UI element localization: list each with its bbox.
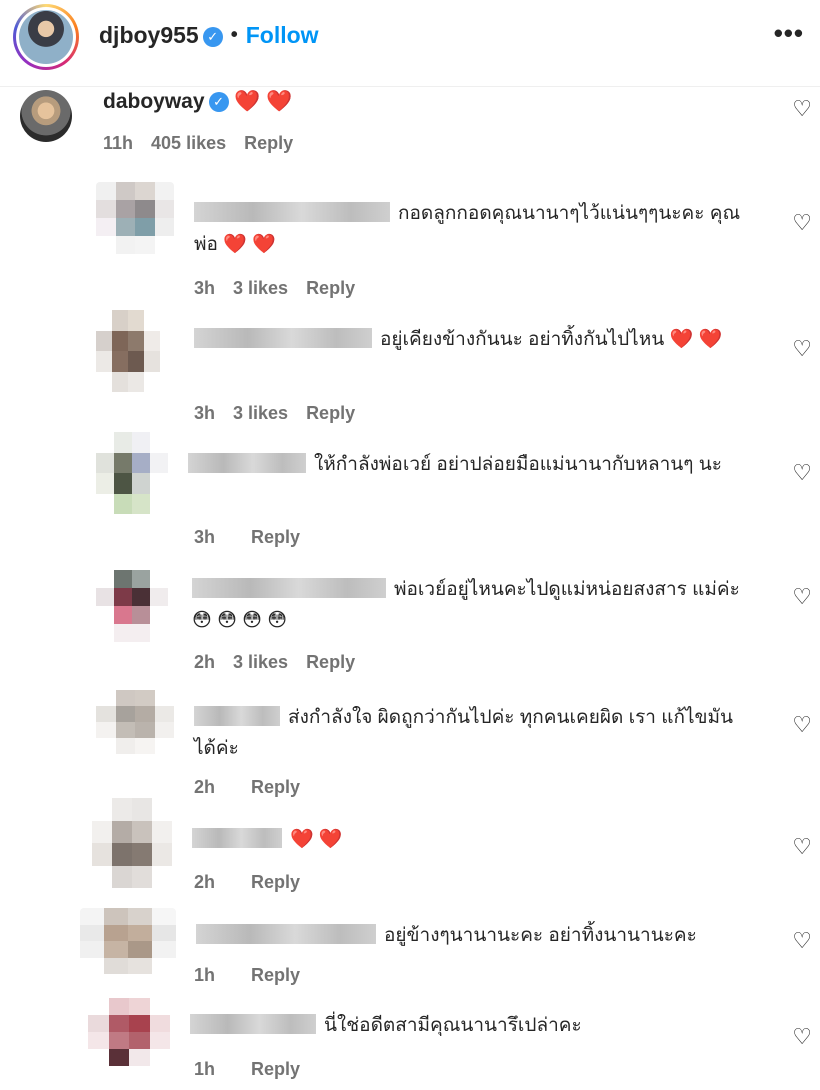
comment-meta: 1h Reply bbox=[194, 965, 318, 986]
blurred-username[interactable] bbox=[194, 706, 280, 726]
comment-time: 3h bbox=[194, 527, 216, 547]
commenter-avatar[interactable] bbox=[88, 998, 170, 1066]
commenter-avatar[interactable] bbox=[80, 908, 176, 974]
like-heart-icon[interactable]: ♡ bbox=[792, 460, 812, 486]
blurred-username[interactable] bbox=[192, 828, 282, 848]
comment-meta: 3h Reply bbox=[194, 527, 318, 548]
follow-button[interactable]: Follow bbox=[246, 22, 319, 48]
like-heart-icon[interactable]: ♡ bbox=[792, 834, 812, 860]
verified-badge-icon: ✓ bbox=[202, 27, 223, 47]
blurred-username[interactable] bbox=[194, 202, 390, 222]
heart-emoji: ❤️ ❤️ bbox=[234, 90, 293, 113]
comment-time: 3h bbox=[194, 403, 216, 423]
comment-meta: 2h 3 likes Reply bbox=[194, 652, 373, 673]
comment-message: อยู่ข้างๆนานานะคะ อย่าทิ้งนานานะคะ bbox=[384, 925, 697, 946]
blurred-username[interactable] bbox=[194, 328, 372, 348]
comment-likes[interactable]: 3 likes bbox=[233, 403, 288, 423]
commenter-avatar[interactable] bbox=[92, 798, 172, 888]
commenter-avatar[interactable] bbox=[96, 310, 160, 392]
like-heart-icon[interactable]: ♡ bbox=[792, 336, 812, 362]
reply-button[interactable]: Reply bbox=[306, 278, 355, 298]
comment-message: อยู่เคียงข้างกันนะ อย่าทิ้งกันไปไหน bbox=[380, 329, 665, 350]
comment-meta: 1h Reply bbox=[194, 1059, 318, 1080]
commenter-avatar[interactable] bbox=[96, 432, 168, 514]
comment-likes[interactable]: 3 likes bbox=[233, 278, 288, 298]
comment-message: ให้กำลังพ่อเวย์ อย่าปล่อยมือแม่นานากับหล… bbox=[314, 454, 722, 475]
comment-meta: 11h 405 likes Reply bbox=[103, 133, 311, 154]
like-heart-icon[interactable]: ♡ bbox=[792, 584, 812, 610]
comment-text: daboyway ✓ ❤️ ❤️ bbox=[103, 86, 763, 117]
blurred-username[interactable] bbox=[196, 924, 376, 944]
comment-text: อยู่ข้างๆนานานะคะ อย่าทิ้งนานานะคะ bbox=[196, 920, 776, 951]
comment-text: พ่อเวย์อยู่ไหนคะไปดูแม่หน่อยสงสาร แม่ค่ะ… bbox=[192, 574, 762, 636]
post-header: djboy955 ✓ • Follow ••• bbox=[0, 0, 820, 87]
author-avatar[interactable] bbox=[13, 4, 79, 70]
comment-time: 1h bbox=[194, 965, 216, 985]
heart-emoji: ❤️ ❤️ bbox=[290, 829, 343, 850]
reply-button[interactable]: Reply bbox=[251, 872, 300, 892]
comment-meta: 3h 3 likes Reply bbox=[194, 403, 373, 424]
commenter-username[interactable]: daboyway bbox=[103, 90, 205, 113]
reply-button[interactable]: Reply bbox=[244, 133, 293, 153]
blurred-username[interactable] bbox=[188, 453, 306, 473]
comment-likes[interactable]: 3 likes bbox=[233, 652, 288, 672]
comment-text: อยู่เคียงข้างกันนะ อย่าทิ้งกันไปไหน ❤️ ❤… bbox=[194, 324, 764, 355]
author-username[interactable]: djboy955 bbox=[99, 22, 199, 48]
reply-button[interactable]: Reply bbox=[251, 965, 300, 985]
comment-message: นี่ใช่อดีตสามีคุณนานารึเปล่าคะ bbox=[324, 1015, 582, 1036]
comment-text: นี่ใช่อดีตสามีคุณนานารึเปล่าคะ bbox=[190, 1010, 770, 1041]
blurred-username[interactable] bbox=[192, 578, 386, 598]
blurred-username[interactable] bbox=[190, 1014, 316, 1034]
author-line: djboy955 ✓ • Follow bbox=[99, 22, 319, 49]
like-heart-icon[interactable]: ♡ bbox=[792, 1024, 812, 1050]
like-heart-icon[interactable]: ♡ bbox=[792, 712, 812, 738]
reply-button[interactable]: Reply bbox=[251, 777, 300, 797]
verified-badge-icon: ✓ bbox=[208, 92, 229, 112]
reply-button[interactable]: Reply bbox=[251, 1059, 300, 1079]
comment-text: ส่งกำลังใจ ผิดถูกว่ากันไปค่ะ ทุกคนเคยผิด… bbox=[194, 702, 754, 764]
comment-text: กอดลูกกอดคุณนานาๆไว้แน่นๆๆนะคะ คุณพ่อ ❤️… bbox=[194, 198, 764, 260]
comment-message: พ่อเวย์อยู่ไหนคะไปดูแม่หน่อยสงสาร แม่ค่ะ bbox=[394, 579, 740, 600]
separator-dot: • bbox=[230, 24, 238, 46]
heart-emoji: ❤️ ❤️ bbox=[669, 329, 723, 350]
comment-time: 11h bbox=[103, 133, 134, 153]
comment-likes[interactable]: 405 likes bbox=[151, 133, 226, 153]
commenter-avatar[interactable] bbox=[20, 90, 72, 142]
comment-time: 2h bbox=[194, 777, 216, 797]
comment-meta: 2h Reply bbox=[194, 872, 318, 893]
flushed-emoji: 😳 😳 😳 😳 bbox=[192, 610, 288, 631]
comment-text: ❤️ ❤️ bbox=[192, 824, 752, 855]
comment-time: 2h bbox=[194, 652, 216, 672]
reply-button[interactable]: Reply bbox=[306, 652, 355, 672]
commenter-avatar[interactable] bbox=[96, 690, 174, 754]
comment-time: 1h bbox=[194, 1059, 216, 1079]
comment-text: ให้กำลังพ่อเวย์ อย่าปล่อยมือแม่นานากับหล… bbox=[188, 449, 768, 480]
like-heart-icon[interactable]: ♡ bbox=[792, 210, 812, 236]
like-heart-icon[interactable]: ♡ bbox=[792, 96, 812, 122]
commenter-avatar[interactable] bbox=[96, 182, 174, 254]
comment-time: 3h bbox=[194, 278, 216, 298]
comment-time: 2h bbox=[194, 872, 216, 892]
commenter-avatar[interactable] bbox=[96, 570, 168, 642]
more-options-icon[interactable]: ••• bbox=[774, 18, 804, 49]
comment-meta: 2h Reply bbox=[194, 777, 318, 798]
comment-meta: 3h 3 likes Reply bbox=[194, 278, 373, 299]
heart-emoji: ❤️ ❤️ bbox=[223, 234, 276, 255]
reply-button[interactable]: Reply bbox=[251, 527, 300, 547]
reply-button[interactable]: Reply bbox=[306, 403, 355, 423]
like-heart-icon[interactable]: ♡ bbox=[792, 928, 812, 954]
